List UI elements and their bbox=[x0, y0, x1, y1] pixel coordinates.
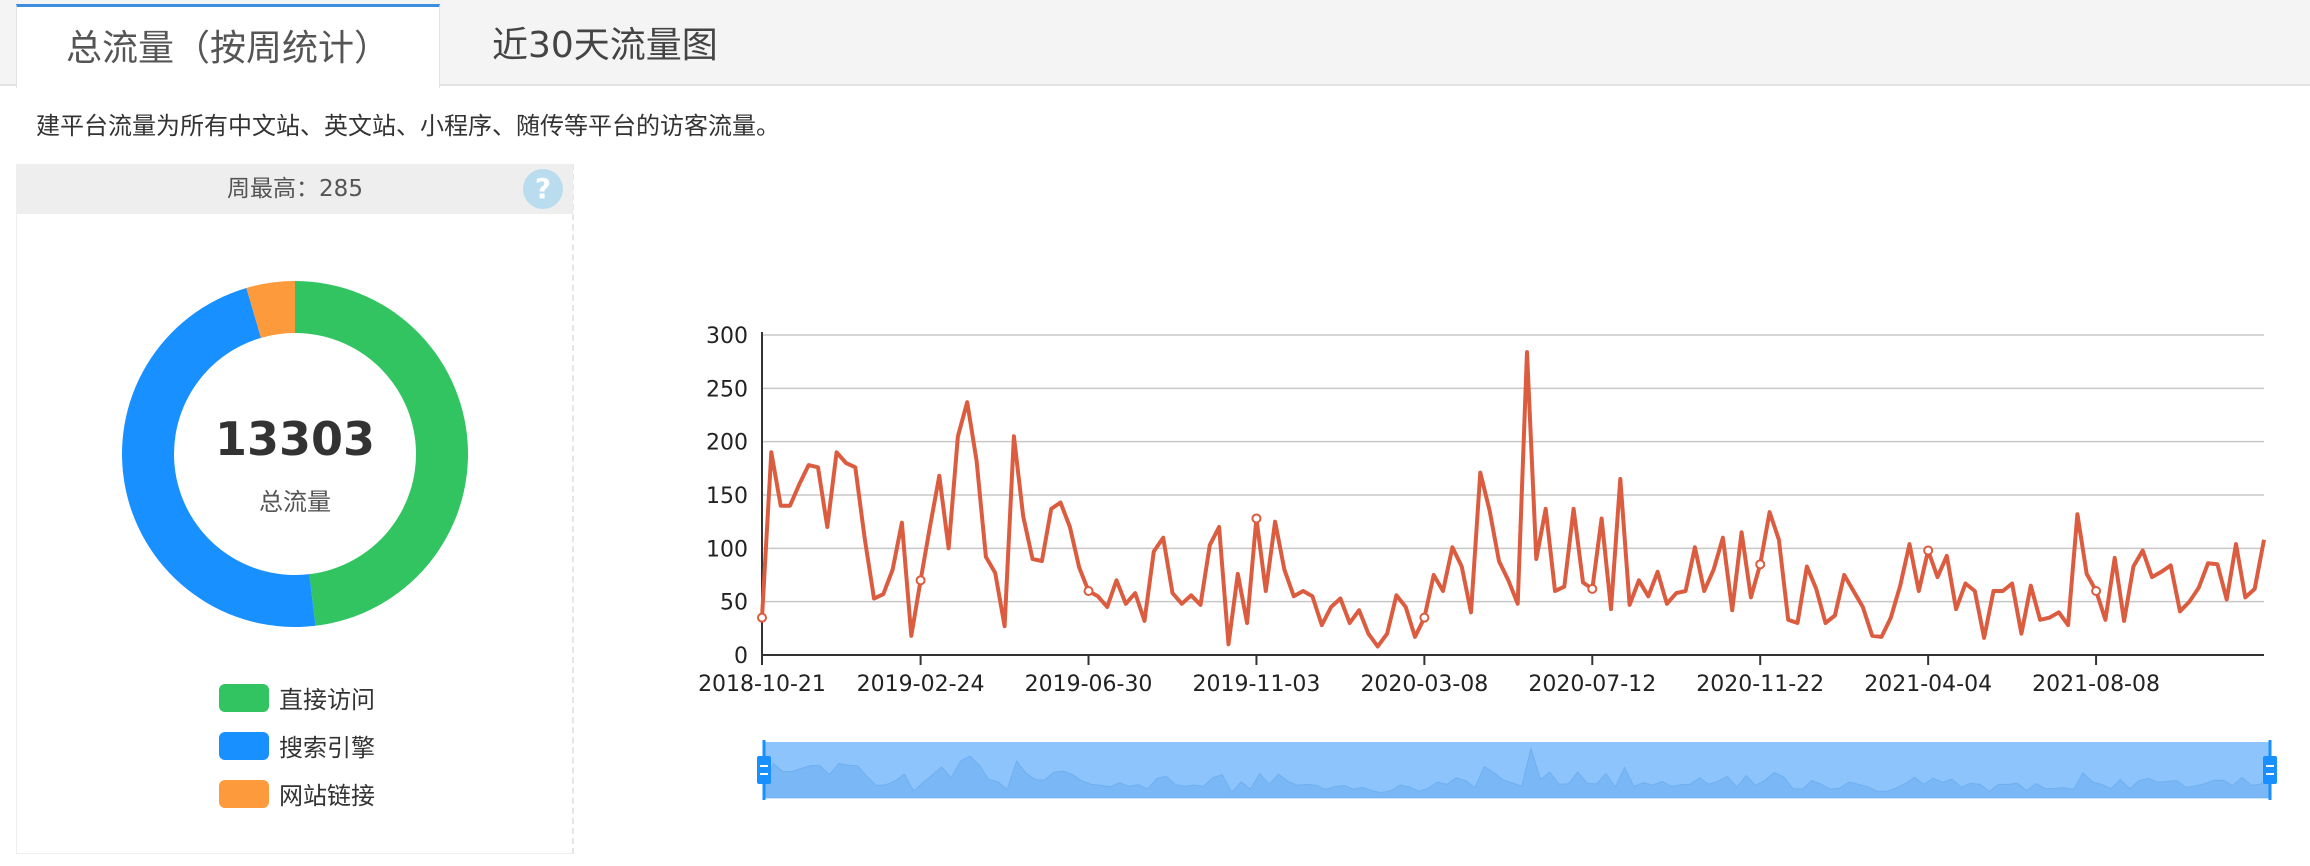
x-tick-label: 2020-03-08 bbox=[1360, 672, 1488, 697]
y-tick-label: 150 bbox=[706, 484, 748, 509]
zoom-scrollbar[interactable] bbox=[757, 740, 2277, 800]
y-tick-label: 100 bbox=[706, 537, 748, 562]
y-tick-label: 300 bbox=[706, 324, 748, 349]
zoom-grip-right[interactable] bbox=[2263, 756, 2277, 784]
y-tick-label: 200 bbox=[706, 431, 748, 456]
x-tick-label: 2020-07-12 bbox=[1528, 672, 1656, 697]
data-point[interactable] bbox=[1923, 545, 1934, 556]
data-point[interactable] bbox=[2091, 586, 2102, 596]
y-tick-label: 50 bbox=[720, 591, 748, 616]
x-tick-label: 2020-11-22 bbox=[1696, 672, 1824, 697]
data-point[interactable] bbox=[1587, 583, 1598, 594]
x-tick-label: 2018-10-21 bbox=[698, 672, 826, 697]
x-tick-label: 2019-06-30 bbox=[1025, 672, 1153, 697]
data-point[interactable] bbox=[1251, 513, 1262, 524]
data-point[interactable] bbox=[757, 612, 767, 623]
y-tick-label: 0 bbox=[734, 644, 748, 669]
x-tick-label: 2019-11-03 bbox=[1193, 672, 1321, 697]
x-tick-label: 2019-02-24 bbox=[857, 672, 985, 697]
zoom-grip-left[interactable] bbox=[757, 756, 771, 784]
data-point[interactable] bbox=[915, 575, 926, 586]
y-tick-label: 250 bbox=[706, 377, 748, 402]
data-point[interactable] bbox=[1419, 612, 1430, 623]
x-tick-label: 2021-08-08 bbox=[2032, 672, 2160, 697]
weekly-traffic-line-chart: 0 50 100 150 200 250 300 2018-10-21 2019-02-24 20… bbox=[698, 324, 2277, 800]
data-point[interactable] bbox=[1083, 586, 1094, 596]
x-tick-label: 2021-04-04 bbox=[1864, 672, 1992, 697]
data-point[interactable] bbox=[1755, 559, 1766, 570]
